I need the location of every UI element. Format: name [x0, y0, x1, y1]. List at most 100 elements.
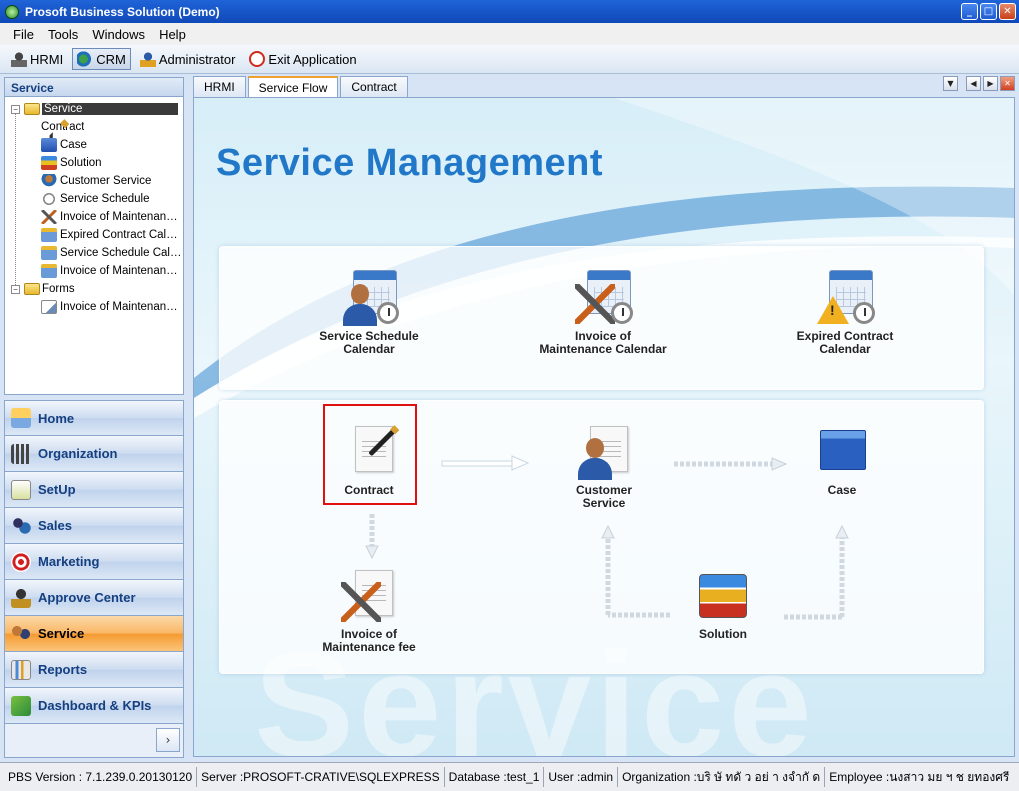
administrator-button[interactable]: Administrator [135, 48, 241, 70]
sales-icon [11, 515, 31, 536]
approve-icon [11, 587, 31, 608]
menu-help[interactable]: Help [152, 25, 193, 44]
tree-item-customer-service[interactable]: Customer Service [11, 172, 183, 190]
tree-folder-service[interactable]: − Service [11, 100, 183, 118]
customer-service-icon [41, 174, 57, 188]
service-tree: − Service Contract Case Solution Custome… [4, 97, 184, 395]
maximize-button[interactable]: □ [980, 3, 997, 20]
tree-item-service-schedule[interactable]: Service Schedule [11, 190, 183, 208]
tree-item-label: Solution [60, 157, 102, 169]
tab-controls: ▼ ◀ ▶ ✕ [943, 76, 1015, 91]
solution-icon [41, 156, 57, 170]
nav-reports[interactable]: Reports [4, 652, 184, 688]
hrmi-label: HRMI [30, 51, 64, 67]
tree-folder-label: Forms [42, 283, 75, 295]
menu-file[interactable]: File [6, 25, 41, 44]
marketing-target-icon [11, 551, 31, 572]
arrow-solution-to-customer-service [601, 524, 670, 618]
menu-tools[interactable]: Tools [41, 25, 85, 44]
status-version: PBS Version : 7.1.239.0.20130120 [4, 767, 198, 787]
left-panel: Service − Service Contract Case Solution… [4, 77, 184, 758]
nav-organization[interactable]: Organization [4, 436, 184, 472]
nav-label: Home [38, 410, 75, 426]
crm-label: CRM [96, 51, 126, 67]
arrow-contract-to-customer-service [441, 455, 530, 471]
tree-item-label: Invoice of Maintenan… [60, 211, 178, 223]
form-icon [41, 300, 57, 314]
arrow-contract-to-invoice [365, 514, 379, 560]
calendar-warning-icon [41, 228, 57, 242]
tab-hrmi[interactable]: HRMI [193, 76, 246, 97]
exit-application-button[interactable]: Exit Application [244, 48, 361, 70]
folder-open-icon [24, 103, 40, 115]
tree-item-label: Expired Contract Cal… [60, 229, 178, 241]
nav-label: SetUp [38, 482, 76, 497]
crm-button[interactable]: CRM [72, 48, 131, 70]
status-organization: Organization :บริ ษั ทดั ว อย่ า งจำกั ด [618, 767, 826, 787]
tab-close-icon[interactable]: ✕ [1000, 76, 1015, 91]
nav-sales[interactable]: Sales [4, 508, 184, 544]
nav-approve-center[interactable]: Approve Center [4, 580, 184, 616]
tree-item-service-schedule-calendar[interactable]: Service Schedule Cal… [11, 244, 183, 262]
nav-dashboard-kpis[interactable]: Dashboard & KPIs [4, 688, 184, 724]
nav-label: Dashboard & KPIs [38, 698, 152, 713]
collapse-icon[interactable]: − [11, 104, 20, 114]
tree-folder-forms[interactable]: − Forms [11, 280, 183, 298]
nav-home[interactable]: Home [4, 400, 184, 436]
nav-footer: › [4, 724, 184, 758]
nav-label: Service [38, 626, 85, 641]
exit-label: Exit Application [268, 51, 357, 67]
tree-item-contract[interactable]: Contract [11, 118, 183, 151]
tree-item-solution[interactable]: Solution [11, 154, 183, 172]
nav-marketing[interactable]: Marketing [4, 544, 184, 580]
more-chevron-icon[interactable]: › [156, 728, 180, 752]
flow-arrows [365, 455, 849, 620]
hrmi-icon [11, 51, 27, 67]
case-icon [41, 138, 57, 152]
calendar-person-icon [41, 246, 57, 260]
arrow-customer-service-to-case [674, 457, 788, 471]
tab-next-icon[interactable]: ▶ [983, 76, 998, 91]
crm-icon [77, 51, 94, 67]
arrow-solution-to-case [784, 524, 849, 620]
tree-item-invoice-maintenance-calendar[interactable]: Invoice of Maintenan… [11, 262, 183, 280]
nav-label: Reports [38, 662, 88, 677]
reports-icon [11, 659, 31, 680]
status-server: Server :PROSOFT-CRATIVE\SQLEXPRESS [197, 767, 445, 787]
administrator-label: Administrator [158, 51, 236, 67]
nav-label: Sales [38, 518, 72, 533]
tab-service-flow[interactable]: Service Flow [247, 76, 339, 98]
tab-prev-icon[interactable]: ◀ [966, 76, 981, 91]
home-icon [11, 408, 31, 428]
module-nav: Home Organization SetUp Sales Marketing … [4, 400, 184, 758]
tab-list-icon[interactable]: ▼ [943, 76, 958, 91]
administrator-icon [139, 51, 156, 67]
tree-item-label: Case [60, 139, 87, 151]
status-user: User :admin [544, 767, 619, 787]
exit-icon [249, 51, 266, 67]
tree-item-label: Service Schedule [60, 193, 150, 205]
panel-header: Service [4, 77, 184, 97]
tab-contract[interactable]: Contract [340, 76, 408, 97]
tree-item-label: Invoice of Maintenan… [60, 301, 178, 313]
tree-item-label: Invoice of Maintenan… [60, 265, 178, 277]
tree-item-label: Customer Service [60, 175, 152, 187]
tree-folder-label: Service [42, 103, 178, 115]
organization-icon [11, 443, 31, 464]
title-bar: Prosoft Business Solution (Demo) _ □ ✕ [0, 0, 1019, 23]
tree-item-invoice-maintenance[interactable]: Invoice of Maintenan… [11, 208, 183, 226]
tree-item-case[interactable]: Case [11, 136, 183, 154]
nav-setup[interactable]: SetUp [4, 472, 184, 508]
service-icon [11, 623, 31, 644]
close-button[interactable]: ✕ [999, 3, 1016, 20]
minimize-button[interactable]: _ [961, 3, 978, 20]
hrmi-button[interactable]: HRMI [6, 48, 68, 70]
menu-windows[interactable]: Windows [85, 25, 152, 44]
tree-item-expired-contract-calendar[interactable]: Expired Contract Cal… [11, 226, 183, 244]
collapse-icon[interactable]: − [11, 284, 20, 294]
schedule-icon [41, 192, 57, 206]
tools-icon [41, 210, 57, 224]
setup-icon [11, 479, 31, 500]
nav-service[interactable]: Service [4, 616, 184, 652]
tree-item-invoice-form[interactable]: Invoice of Maintenan… [11, 298, 183, 316]
